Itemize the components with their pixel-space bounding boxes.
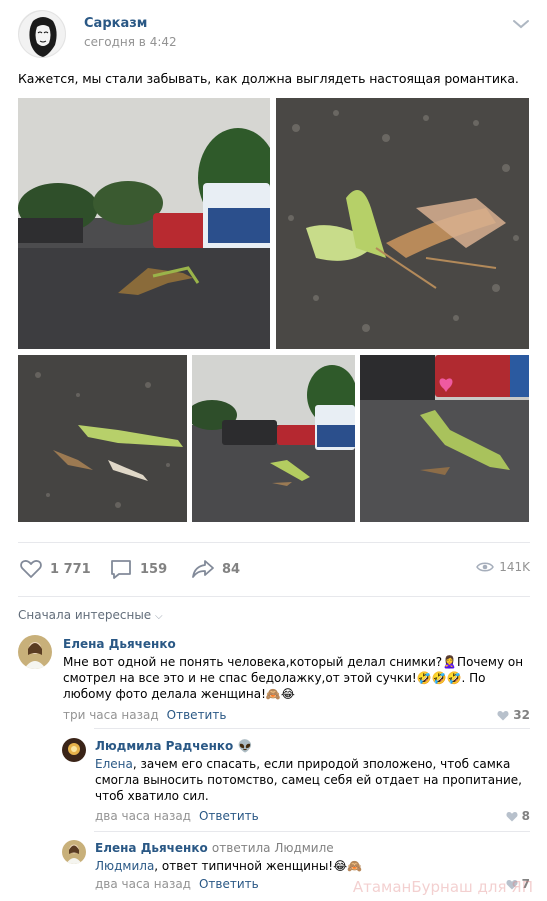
views-count: 141K <box>499 560 530 574</box>
share-icon <box>192 560 214 578</box>
community-avatar[interactable] <box>18 10 66 58</box>
post-author-link[interactable]: Сарказм <box>84 16 147 31</box>
heart-icon <box>497 710 509 720</box>
chevron-down-icon: ⌵ <box>155 611 163 622</box>
alien-emoji: 👽 <box>237 739 253 753</box>
watermark: АтаманБурнаш для ЯП <box>352 878 533 896</box>
comment-meta: два часа назад Ответить <box>95 809 259 823</box>
comment-count: 159 <box>140 561 168 577</box>
comment-text: Мне вот одной не понять человека,который… <box>63 655 524 701</box>
comments-sort-dropdown[interactable]: Сначала интересные ⌵ <box>18 608 163 622</box>
share-count: 84 <box>222 561 241 577</box>
post-text: Кажется, мы стали забывать, как должна в… <box>18 71 519 86</box>
heart-icon <box>506 811 518 821</box>
post-header: Сарказм сегодня в 4:42 <box>18 10 530 60</box>
divider <box>94 831 530 832</box>
comment-author-name: Елена Дьяченко <box>95 841 208 855</box>
comment-text: Елена, зачем его спасать, если природой … <box>95 756 530 804</box>
post-actions: 1 771 159 84 141K <box>18 556 530 584</box>
comment-body: , зачем его спасать, если природой зполо… <box>95 757 522 803</box>
comment-like-button[interactable]: 8 <box>506 809 530 823</box>
reply-button[interactable]: Ответить <box>199 877 259 891</box>
comment-item: Елена Дьяченко Мне вот одной не понять ч… <box>18 635 530 725</box>
comment-reply-item: Людмила Радченко 👽 Елена, зачем его спас… <box>62 738 530 828</box>
comment-time[interactable]: три часа назад <box>63 708 159 722</box>
commenter-avatar[interactable] <box>18 635 52 669</box>
comment-body: , ответ типичной женщины!😂🙈 <box>154 859 363 873</box>
comment-like-count: 32 <box>513 708 530 722</box>
commenter-avatar[interactable] <box>62 738 86 762</box>
views-counter: 141K <box>476 560 530 574</box>
chevron-down-icon[interactable] <box>512 16 530 30</box>
comment-time[interactable]: два часа назад <box>95 877 191 891</box>
post-photo-4[interactable] <box>192 355 355 522</box>
post-photo-1[interactable] <box>18 98 270 349</box>
comment-author-link[interactable]: Людмила Радченко 👽 <box>95 739 252 753</box>
sort-label: Сначала интересные <box>18 608 152 622</box>
commenter-avatar[interactable] <box>62 840 86 864</box>
comment-meta: два часа назад Ответить <box>95 877 259 891</box>
divider <box>94 728 530 729</box>
reply-button[interactable]: Ответить <box>199 809 259 823</box>
comment-like-count: 8 <box>521 809 530 823</box>
mention-link[interactable]: Елена <box>95 757 133 771</box>
comment-like-button[interactable]: 32 <box>497 708 530 722</box>
comment-time[interactable]: два часа назад <box>95 809 191 823</box>
post-photo-3[interactable] <box>18 355 187 522</box>
comment-author-name: Людмила Радченко <box>95 739 234 753</box>
post-photo-2[interactable] <box>276 98 529 349</box>
comment-author-link[interactable]: Елена Дьяченко <box>63 637 176 651</box>
divider <box>18 542 530 543</box>
like-count: 1 771 <box>50 561 91 577</box>
like-button[interactable]: 1 771 <box>18 556 91 582</box>
reply-button[interactable]: Ответить <box>167 708 227 722</box>
heart-icon <box>20 560 42 578</box>
share-button[interactable]: 84 <box>190 556 240 582</box>
post-time[interactable]: сегодня в 4:42 <box>84 35 177 49</box>
comment-author-link[interactable]: Елена Дьяченко ответила Людмиле <box>95 841 334 855</box>
divider <box>18 596 530 597</box>
eye-icon <box>476 562 495 572</box>
mention-link[interactable]: Людмила <box>95 859 154 873</box>
post-photo-5[interactable] <box>360 355 529 522</box>
comment-icon <box>111 560 131 579</box>
comment-button[interactable]: 159 <box>108 556 167 582</box>
replied-to-label[interactable]: ответила Людмиле <box>212 841 334 855</box>
comment-meta: три часа назад Ответить <box>63 708 226 722</box>
comment-text: Людмила, ответ типичной женщины!😂🙈 <box>95 858 530 874</box>
